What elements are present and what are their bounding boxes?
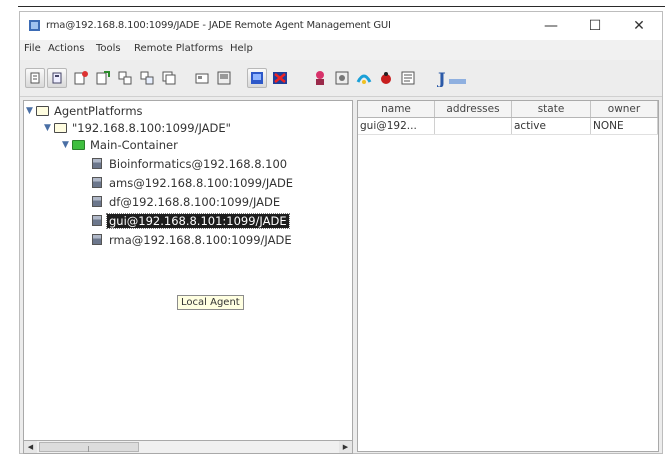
- maximize-button[interactable]: ☐: [580, 14, 610, 38]
- agent-tooltip: Local Agent: [177, 295, 244, 310]
- agent-icon: [92, 234, 102, 245]
- migrate-icon[interactable]: [192, 68, 212, 88]
- resume-icon[interactable]: [137, 68, 157, 88]
- window-title: rma@192.168.8.100:1099/JADE - JADE Remot…: [46, 20, 391, 31]
- svg-text:J: J: [437, 69, 446, 87]
- menu-tools[interactable]: Tools: [96, 43, 121, 54]
- menu-file[interactable]: File: [24, 43, 41, 54]
- agent-table-panel: name addresses state owner gui@192... ac…: [357, 100, 659, 452]
- save-icon[interactable]: [214, 68, 234, 88]
- grip-icon: [88, 446, 89, 452]
- container-folder-icon: [72, 140, 85, 150]
- column-header-state[interactable]: state: [511, 101, 591, 118]
- title-bar[interactable]: rma@192.168.8.100:1099/JADE - JADE Remot…: [20, 12, 662, 40]
- column-header-owner[interactable]: owner: [590, 101, 658, 118]
- tree-node-platform[interactable]: ▼ "192.168.8.100:1099/JADE": [42, 120, 233, 136]
- cell-name[interactable]: gui@192...: [358, 117, 435, 135]
- start-agent-icon[interactable]: [71, 68, 91, 88]
- platform-icon[interactable]: [247, 68, 267, 88]
- sniffer-icon[interactable]: [310, 68, 330, 88]
- tree-node-main-container[interactable]: ▼ Main-Container: [60, 137, 180, 153]
- tree-node-agent-platforms[interactable]: ▼ AgentPlatforms: [24, 103, 145, 119]
- jade-logo-icon: J: [437, 68, 467, 88]
- cell-owner[interactable]: NONE: [590, 117, 658, 135]
- collapse-toggle-icon[interactable]: ▼: [26, 103, 33, 119]
- tree-horizontal-scrollbar[interactable]: ◀ ▶: [23, 440, 353, 454]
- tree-node-agent[interactable]: df@192.168.8.100:1099/JADE: [92, 194, 282, 210]
- tree-node-agent[interactable]: Bioinformatics@192.168.8.100: [92, 156, 289, 172]
- agent-icon: [92, 215, 102, 226]
- scroll-left-icon[interactable]: ◀: [24, 441, 37, 453]
- tree-node-agent[interactable]: ams@192.168.8.100:1099/JADE: [92, 175, 295, 191]
- suspend-icon[interactable]: [115, 68, 135, 88]
- top-divider-line: [18, 6, 665, 7]
- column-header-name[interactable]: name: [358, 101, 435, 118]
- agent-icon: [92, 177, 102, 188]
- menu-bar: File Actions Tools Remote Platforms Help: [20, 40, 662, 60]
- folder-icon: [54, 123, 67, 133]
- menu-remote-platforms[interactable]: Remote Platforms: [134, 43, 223, 54]
- close-button[interactable]: ✕: [624, 14, 654, 38]
- kill-container-icon[interactable]: [270, 68, 290, 88]
- clone-icon[interactable]: [159, 68, 179, 88]
- menu-help[interactable]: Help: [230, 43, 253, 54]
- debug-icon[interactable]: [376, 68, 396, 88]
- tree-node-agent[interactable]: rma@192.168.8.100:1099/JADE: [92, 232, 294, 248]
- table-row[interactable]: gui@192... active NONE: [358, 117, 658, 135]
- open-icon[interactable]: [47, 68, 67, 88]
- scroll-thumb[interactable]: [39, 442, 139, 452]
- jade-app-icon: [29, 20, 40, 31]
- agent-icon: [92, 196, 102, 207]
- minimize-button[interactable]: —: [536, 14, 566, 38]
- cell-state[interactable]: active: [511, 117, 591, 135]
- collapse-toggle-icon[interactable]: ▼: [44, 120, 51, 136]
- scroll-right-icon[interactable]: ▶: [339, 441, 352, 453]
- agent-icon: [92, 158, 102, 169]
- collapse-toggle-icon[interactable]: ▼: [62, 137, 69, 153]
- log-manager-icon[interactable]: [398, 68, 418, 88]
- toolbar: J: [20, 60, 662, 97]
- column-header-addresses[interactable]: addresses: [434, 101, 512, 118]
- agent-table: name addresses state owner gui@192... ac…: [358, 101, 658, 135]
- agent-tree-panel: ▼ AgentPlatforms ▼ "192.168.8.100:1099/J…: [23, 100, 353, 452]
- cell-addresses[interactable]: [434, 117, 512, 135]
- kill-agent-icon[interactable]: [93, 68, 113, 88]
- tree-node-agent-selected[interactable]: gui@192.168.8.101:1099/JADE: [92, 213, 290, 229]
- dummy-agent-icon[interactable]: [332, 68, 352, 88]
- rma-window: rma@192.168.8.100:1099/JADE - JADE Remot…: [19, 11, 663, 454]
- new-agent-icon[interactable]: [25, 68, 45, 88]
- folder-icon: [36, 106, 49, 116]
- menu-actions[interactable]: Actions: [48, 43, 85, 54]
- introspector-icon[interactable]: [354, 68, 374, 88]
